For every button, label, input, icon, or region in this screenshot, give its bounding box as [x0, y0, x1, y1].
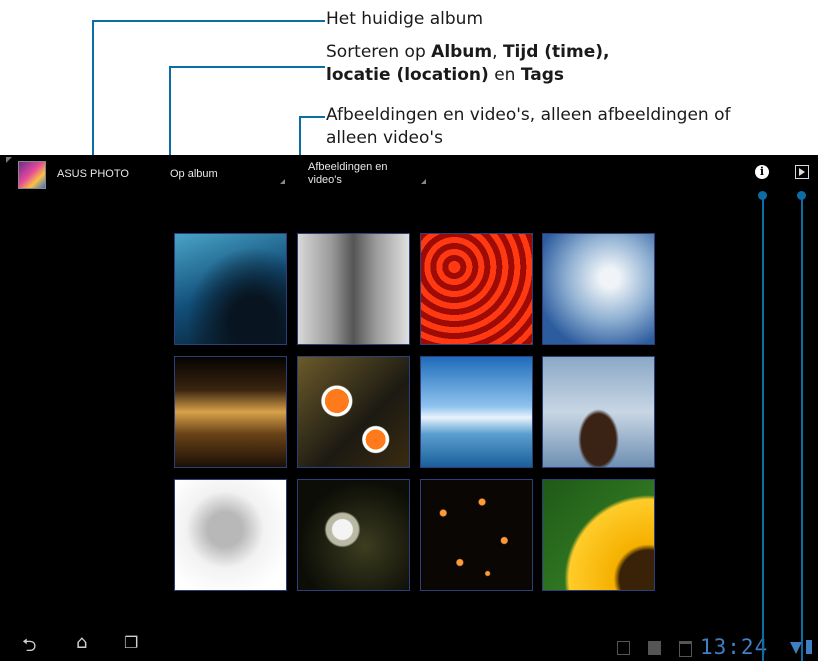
thumbnail[interactable]: [297, 356, 410, 468]
thumbnail[interactable]: [420, 356, 533, 468]
system-bar: ⮌ ⌂ ❐ 13:24: [0, 632, 818, 661]
sd-card-icon: [648, 641, 661, 655]
battery-icon: [806, 640, 812, 654]
callout-filter-options: Afbeeldingen en video's, alleen afbeeldi…: [326, 105, 731, 148]
back-icon[interactable]: ⮌: [22, 633, 36, 661]
tablet-screen: ASUS PHOTO Op album Afbeeldingen en video…: [0, 155, 818, 661]
thumbnail[interactable]: [174, 233, 287, 345]
filter-dropdown[interactable]: Afbeeldingen en video's: [308, 161, 388, 187]
recent-apps-icon[interactable]: ❐: [124, 633, 138, 652]
callout-line: [801, 195, 803, 661]
app-title: ASUS PHOTO: [57, 168, 129, 180]
thumbnail[interactable]: [542, 479, 655, 591]
thumbnail[interactable]: [542, 356, 655, 468]
thumbnail[interactable]: [297, 479, 410, 591]
callout-line: [169, 66, 325, 68]
clock: 13:24: [700, 635, 769, 659]
notification-icon: [617, 641, 630, 655]
info-icon[interactable]: i: [755, 165, 769, 179]
thumbnail[interactable]: [297, 233, 410, 345]
sort-dropdown-arrow-icon: [280, 179, 285, 184]
home-icon[interactable]: ⌂: [76, 632, 87, 653]
play-icon[interactable]: [795, 165, 809, 179]
callout-sort-options: Sorteren op Album, Tijd (time), locatie …: [326, 42, 610, 85]
callout-line: [169, 66, 171, 160]
callout-current-album: Het huidige album: [326, 9, 484, 29]
thumbnail[interactable]: [542, 233, 655, 345]
callout-line: [299, 116, 301, 160]
sort-dropdown[interactable]: Op album: [170, 168, 218, 180]
callout-line: [762, 195, 764, 661]
download-icon: [679, 641, 692, 657]
asus-photo-app-icon[interactable]: [18, 161, 46, 189]
callout-line: [299, 116, 325, 118]
filter-dropdown-arrow-icon: [421, 179, 426, 184]
callout-line: [92, 20, 94, 160]
corner-indicator: [6, 157, 12, 163]
callout-line: [92, 20, 325, 22]
thumbnail[interactable]: [420, 233, 533, 345]
action-bar: ASUS PHOTO Op album Afbeeldingen en video…: [0, 155, 818, 193]
thumbnail[interactable]: [420, 479, 533, 591]
thumbnail[interactable]: [174, 479, 287, 591]
thumbnail[interactable]: [174, 356, 287, 468]
